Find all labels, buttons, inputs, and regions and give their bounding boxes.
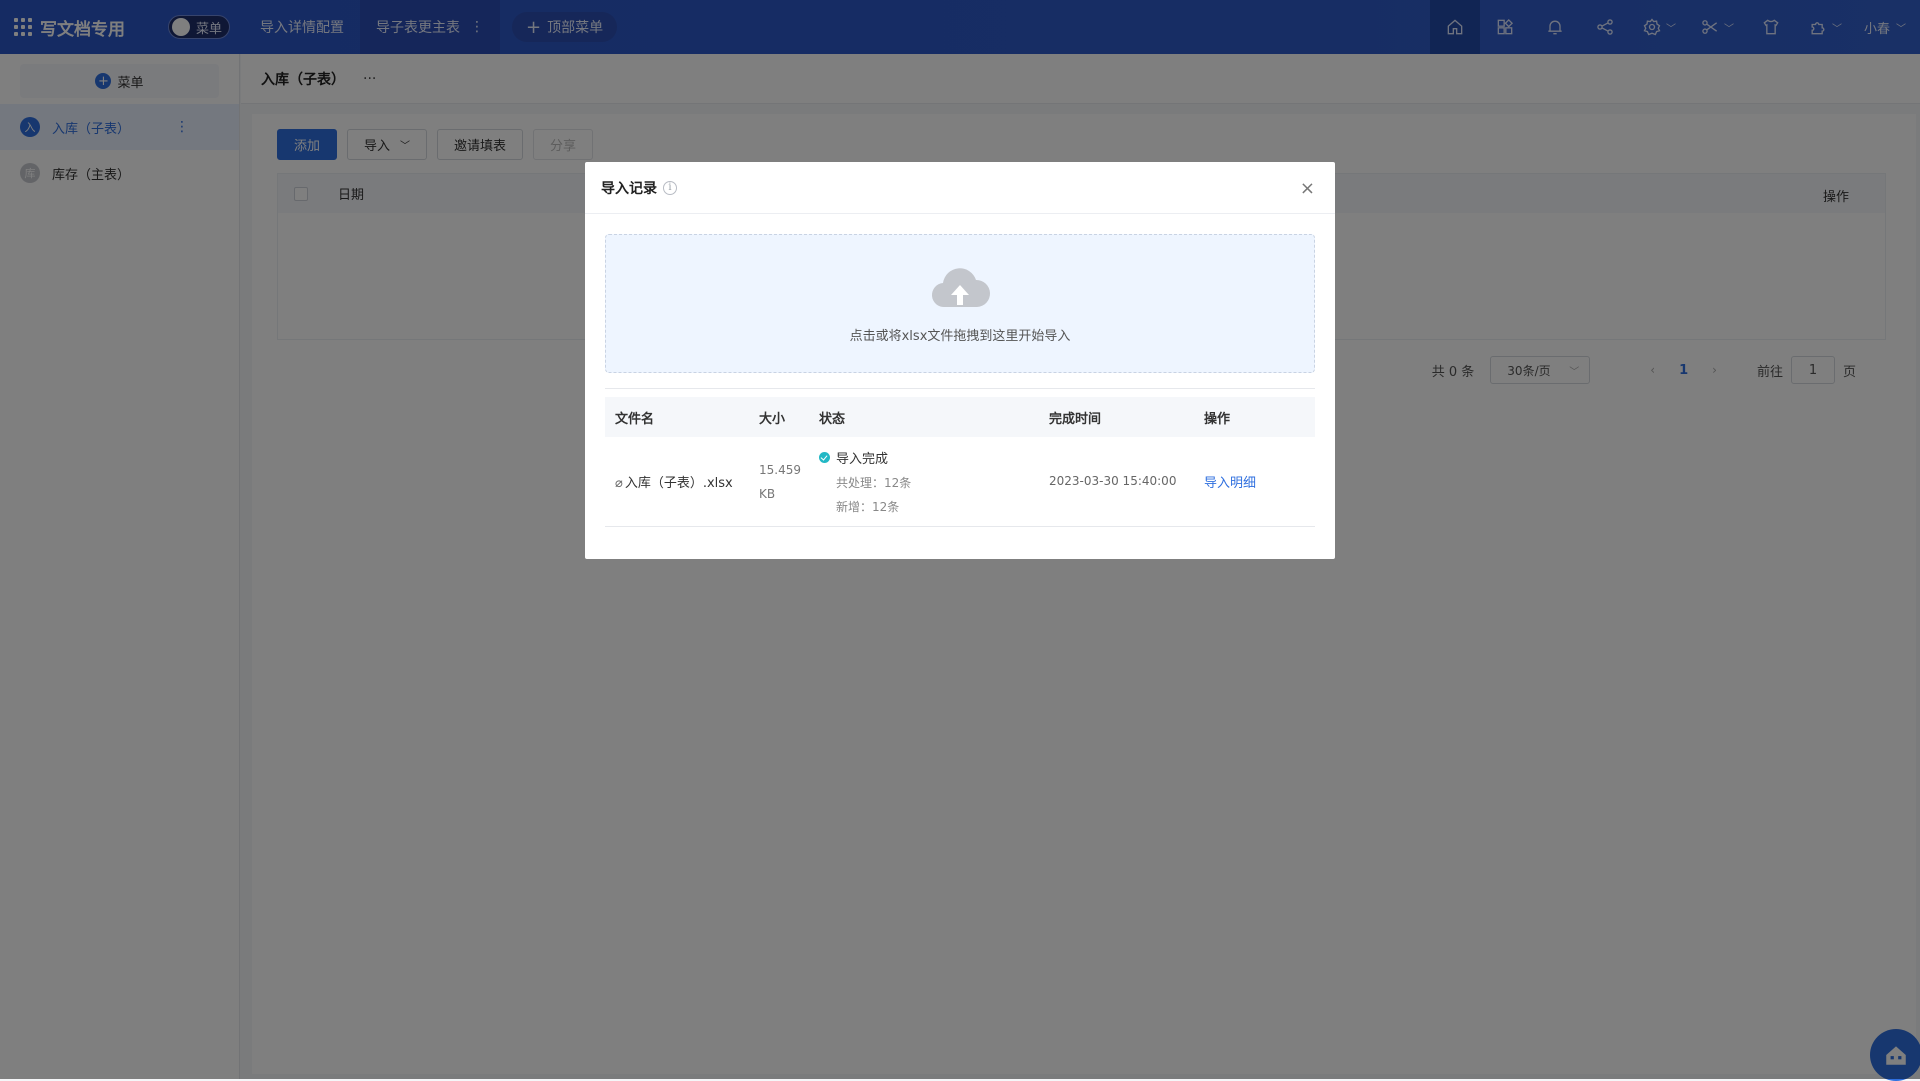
- column-filename: 文件名: [615, 411, 655, 427]
- records-header: 文件名 大小 状态 完成时间 操作: [605, 397, 1315, 437]
- operation-cell: 导入明细: [1204, 472, 1315, 491]
- column-size: 大小: [759, 411, 786, 427]
- file-upload-dropzone[interactable]: 点击或将xlsx文件拖拽到这里开始导入: [605, 234, 1315, 373]
- import-records-table: 文件名 大小 状态 完成时间 操作 ⌀ 入库（子表）.xlsx 15.459 KB…: [605, 397, 1315, 527]
- column-status: 状态: [819, 411, 846, 427]
- divider: [605, 388, 1315, 389]
- size-number: 15.459: [759, 462, 801, 477]
- finished-at-cell: 2023-03-30 15:40:00: [1049, 474, 1204, 489]
- column-operation: 操作: [1204, 411, 1231, 427]
- size-cell: 15.459 KB: [759, 458, 819, 506]
- table-row: ⌀ 入库（子表）.xlsx 15.459 KB 导入完成 共处理：12条 新增：1…: [605, 437, 1315, 527]
- close-icon[interactable]: ×: [1300, 178, 1315, 199]
- success-check-icon: [819, 452, 830, 463]
- filename-cell: ⌀ 入库（子表）.xlsx: [605, 472, 759, 491]
- filename: 入库（子表）.xlsx: [624, 476, 733, 491]
- finished-at: 2023-03-30 15:40:00: [1049, 474, 1177, 488]
- column-finished-at: 完成时间: [1049, 411, 1102, 427]
- info-icon[interactable]: i: [663, 180, 677, 195]
- dialog-title: 导入记录: [601, 180, 657, 197]
- status-text: 导入完成: [836, 452, 889, 467]
- size-unit: KB: [759, 486, 776, 501]
- import-detail-link[interactable]: 导入明细: [1204, 476, 1256, 491]
- status-line: 导入完成: [819, 448, 1049, 467]
- processed-count: 共处理：12条: [836, 476, 912, 490]
- upload-hint: 点击或将xlsx文件拖拽到这里开始导入: [849, 329, 1071, 344]
- import-records-dialog: 导入记录 i × 点击或将xlsx文件拖拽到这里开始导入 文件名 大小 状态 完…: [585, 162, 1335, 559]
- cloud-upload-icon: [929, 263, 991, 315]
- status-cell: 导入完成 共处理：12条 新增：12条: [819, 448, 1049, 515]
- paperclip-icon: ⌀: [615, 476, 623, 491]
- dialog-header: 导入记录 i ×: [585, 162, 1335, 214]
- added-count: 新增：12条: [836, 500, 900, 514]
